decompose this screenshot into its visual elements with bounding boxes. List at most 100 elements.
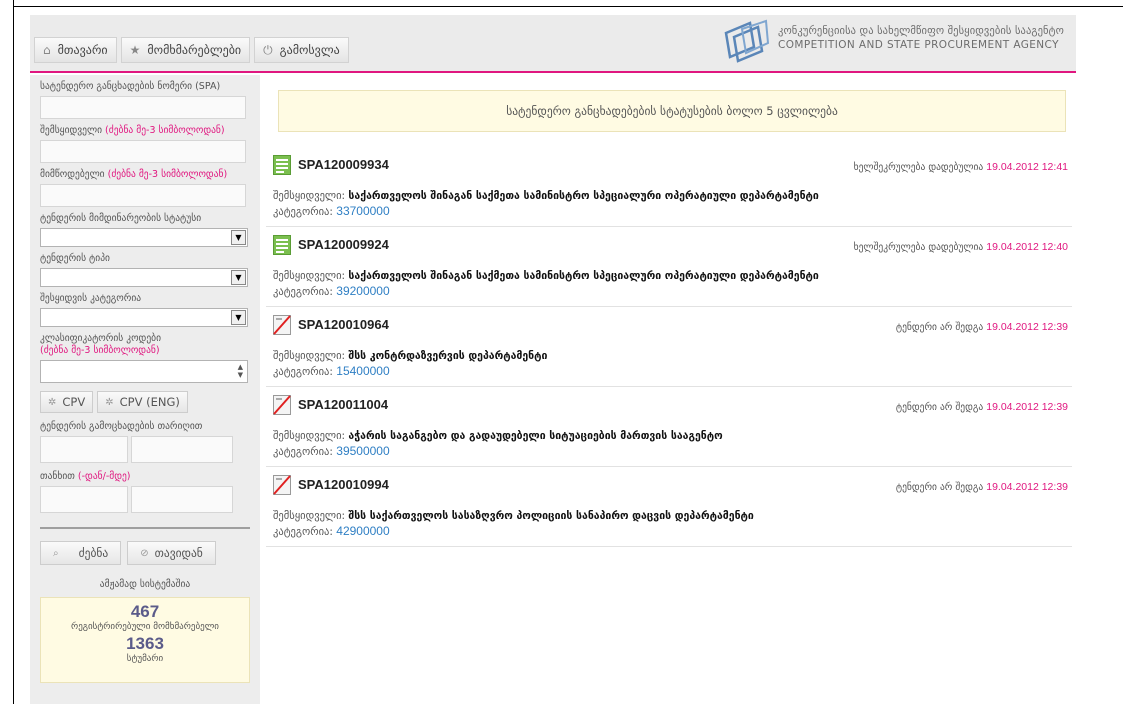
tender-buyer: შემსყიდველი: შსს საქართველოს სასაზღვრო პ… — [273, 510, 754, 522]
amount-label: თანხით (-დან/-მდე) — [40, 471, 252, 483]
status-label: ტენდერის მიმდინარეობის სტატუსი — [40, 213, 202, 224]
buyer-hint: (ძებნა მე-3 სიმბოლოდან) — [105, 125, 225, 136]
supplier-input[interactable] — [40, 184, 246, 207]
category-caption: კატეგორია: — [273, 366, 333, 378]
amount-from-input[interactable] — [40, 486, 128, 513]
tender-buyer: შემსყიდველი: საქართველოს შინაგან საქმეთა… — [273, 270, 819, 282]
category-code-link[interactable]: 15400000 — [336, 364, 389, 378]
buyer-name: საქართველოს შინაგან საქმეთა სამინისტრო ს… — [348, 190, 819, 202]
chevron-down-icon[interactable]: ▼ — [231, 270, 246, 285]
category-caption: კატეგორია: — [273, 286, 333, 298]
status-date: 19.04.2012 12:39 — [986, 401, 1068, 413]
search-label: ძებნა — [78, 546, 109, 560]
agency-name: კონკურენციისა და სახელმწიფო შესყიდვების … — [778, 25, 1074, 51]
chevron-down-icon[interactable]: ▼ — [231, 230, 246, 245]
tender-category: კატეგორია: 15400000 — [273, 364, 390, 378]
status-date: 19.04.2012 12:39 — [986, 321, 1068, 333]
cpv-button[interactable]: ✲ CPV — [40, 391, 94, 413]
spinner-icon[interactable]: ▲ ▼ — [238, 363, 243, 379]
buyer-name: საქართველოს შინაგან საქმეთა სამინისტრო ს… — [348, 270, 819, 282]
class-hint: (ძებნა მე-3 სიმბოლოდან) — [40, 345, 160, 356]
status-select[interactable]: ▼ — [40, 228, 248, 247]
cpv-buttons: ✲ CPV ✲ CPV (ENG) — [40, 391, 252, 413]
spa-input[interactable] — [40, 96, 246, 119]
tender-category: კატეგორია: 39200000 — [273, 284, 390, 298]
sidebar-divider — [40, 527, 250, 529]
contract-doc-icon — [273, 155, 291, 175]
gear-icon: ✲ — [105, 396, 114, 408]
cancelled-doc-icon — [273, 315, 291, 335]
status-text: ხელშეკრულება დადებულია — [853, 162, 984, 173]
tender-category: კატეგორია: 33700000 — [273, 204, 390, 218]
filter-sidebar: სატენდერო განცხადების ნომერი (SPA) შემსყ… — [30, 75, 260, 704]
category-caption: კატეგორია: — [273, 206, 333, 218]
reset-button[interactable]: ⊘ თავიდან — [127, 541, 216, 565]
tender-spa-link[interactable]: SPA120009924 — [298, 237, 389, 252]
amount-to-input[interactable] — [131, 486, 233, 513]
agency-name-ka: კონკურენციისა და სახელმწიფო შესყიდვების … — [778, 25, 1064, 37]
search-button[interactable]: ⌕ ძებნა — [40, 541, 122, 565]
class-codes-input[interactable]: ▲ ▼ — [40, 360, 248, 383]
date-from-input[interactable] — [40, 436, 128, 463]
status-date: 19.04.2012 12:41 — [986, 161, 1068, 173]
page-frame-left — [13, 0, 14, 704]
cancelled-doc-icon — [273, 475, 291, 495]
list-item: SPA120011004 ტენდერი არ შედგა 19.04.2012 … — [266, 387, 1072, 467]
list-item: SPA120009924 ხელშეკრულება დადებულია 19.04… — [266, 227, 1072, 307]
supplier-label-text: მიმწოდებელი — [40, 169, 105, 180]
buyer-label: შემსყიდველი (ძებნა მე-3 სიმბოლოდან) — [40, 125, 252, 137]
buyer-caption: შემსყიდველი: — [273, 430, 346, 442]
logout-label: გამოსვლა — [279, 43, 340, 57]
agency-name-en: COMPETITION AND STATE PROCUREMENT AGENCY — [778, 39, 1059, 51]
list-item: SPA120010994 ტენდერი არ შედგა 19.04.2012 … — [266, 467, 1072, 547]
home-button[interactable]: ⌂ მთავარი — [34, 37, 117, 63]
page-frame-top — [13, 6, 1123, 7]
category-code-link[interactable]: 42900000 — [336, 524, 389, 538]
list-item: SPA120009934 ხელშეკრულება დადებულია 19.04… — [266, 147, 1072, 227]
buyer-name: შსს კონტრდაზვერვის დეპარტამენტი — [348, 350, 548, 362]
tender-buyer: შემსყიდველი: საქართველოს შინაგან საქმეთა… — [273, 190, 819, 202]
amount-hint: (-დან/-მდე) — [77, 471, 131, 482]
power-icon: ⏻ — [263, 42, 273, 57]
category-label: შესყიდვის კატეგორია — [40, 293, 142, 304]
users-count: 467 — [130, 602, 160, 621]
search-icon: ⌕ — [53, 547, 59, 559]
search-actions: ⌕ ძებნა ⊘ თავიდან — [40, 541, 252, 565]
home-icon: ⌂ — [43, 43, 51, 57]
stats-box: 467 რეგისტრირებული მომხმარებელი 1363 სტუ… — [40, 597, 250, 683]
chevron-down-icon[interactable]: ▼ — [231, 310, 246, 325]
tender-status: ხელშეკრულება დადებულია 19.04.2012 12:41 — [854, 161, 1068, 173]
users-button[interactable]: ★ მომხმარებლები — [120, 37, 251, 63]
category-code-link[interactable]: 39200000 — [336, 284, 389, 298]
list-item: SPA120010964 ტენდერი არ შედგა 19.04.2012 … — [266, 307, 1072, 387]
tender-category: კატეგორია: 42900000 — [273, 524, 390, 538]
tender-status: ტენდერი არ შედგა 19.04.2012 12:39 — [896, 481, 1068, 493]
status-text: ხელშეკრულება დადებულია — [853, 242, 984, 253]
logout-button[interactable]: ⏻ გამოსვლა — [254, 37, 349, 63]
amount-label-text: თანხით — [40, 471, 75, 482]
tender-spa-link[interactable]: SPA120009934 — [298, 157, 389, 172]
tender-status: ტენდერი არ შედგა 19.04.2012 12:39 — [896, 401, 1068, 413]
reset-icon: ⊘ — [140, 547, 149, 559]
type-select[interactable]: ▼ — [40, 268, 248, 287]
buyer-input[interactable] — [40, 140, 246, 163]
amount-range — [40, 486, 252, 513]
tender-spa-link[interactable]: SPA120010964 — [298, 317, 389, 332]
category-caption: კატეგორია: — [273, 526, 333, 538]
contract-doc-icon — [273, 235, 291, 255]
tender-spa-link[interactable]: SPA120011004 — [298, 397, 388, 412]
status-date: 19.04.2012 12:39 — [986, 481, 1068, 493]
main-nav: ⌂ მთავარი ★ მომხმარებლები ⏻ გამოსვლა — [34, 37, 349, 63]
cpv-eng-button[interactable]: ✲ CPV (ENG) — [97, 391, 188, 413]
spa-label: სატენდერო განცხადების ნომერი (SPA) — [40, 81, 221, 92]
tender-status: ხელშეკრულება დადებულია 19.04.2012 12:40 — [854, 241, 1068, 253]
tender-status: ტენდერი არ შედგა 19.04.2012 12:39 — [896, 321, 1068, 333]
category-code-link[interactable]: 39500000 — [336, 444, 389, 458]
reset-label: თავიდან — [154, 546, 203, 560]
tender-spa-link[interactable]: SPA120010994 — [298, 477, 389, 492]
category-code-link[interactable]: 33700000 — [336, 204, 389, 218]
date-to-input[interactable] — [131, 436, 233, 463]
status-date: 19.04.2012 12:40 — [986, 241, 1068, 253]
users-label: მომხმარებლები — [147, 43, 242, 57]
category-select[interactable]: ▼ — [40, 308, 248, 327]
